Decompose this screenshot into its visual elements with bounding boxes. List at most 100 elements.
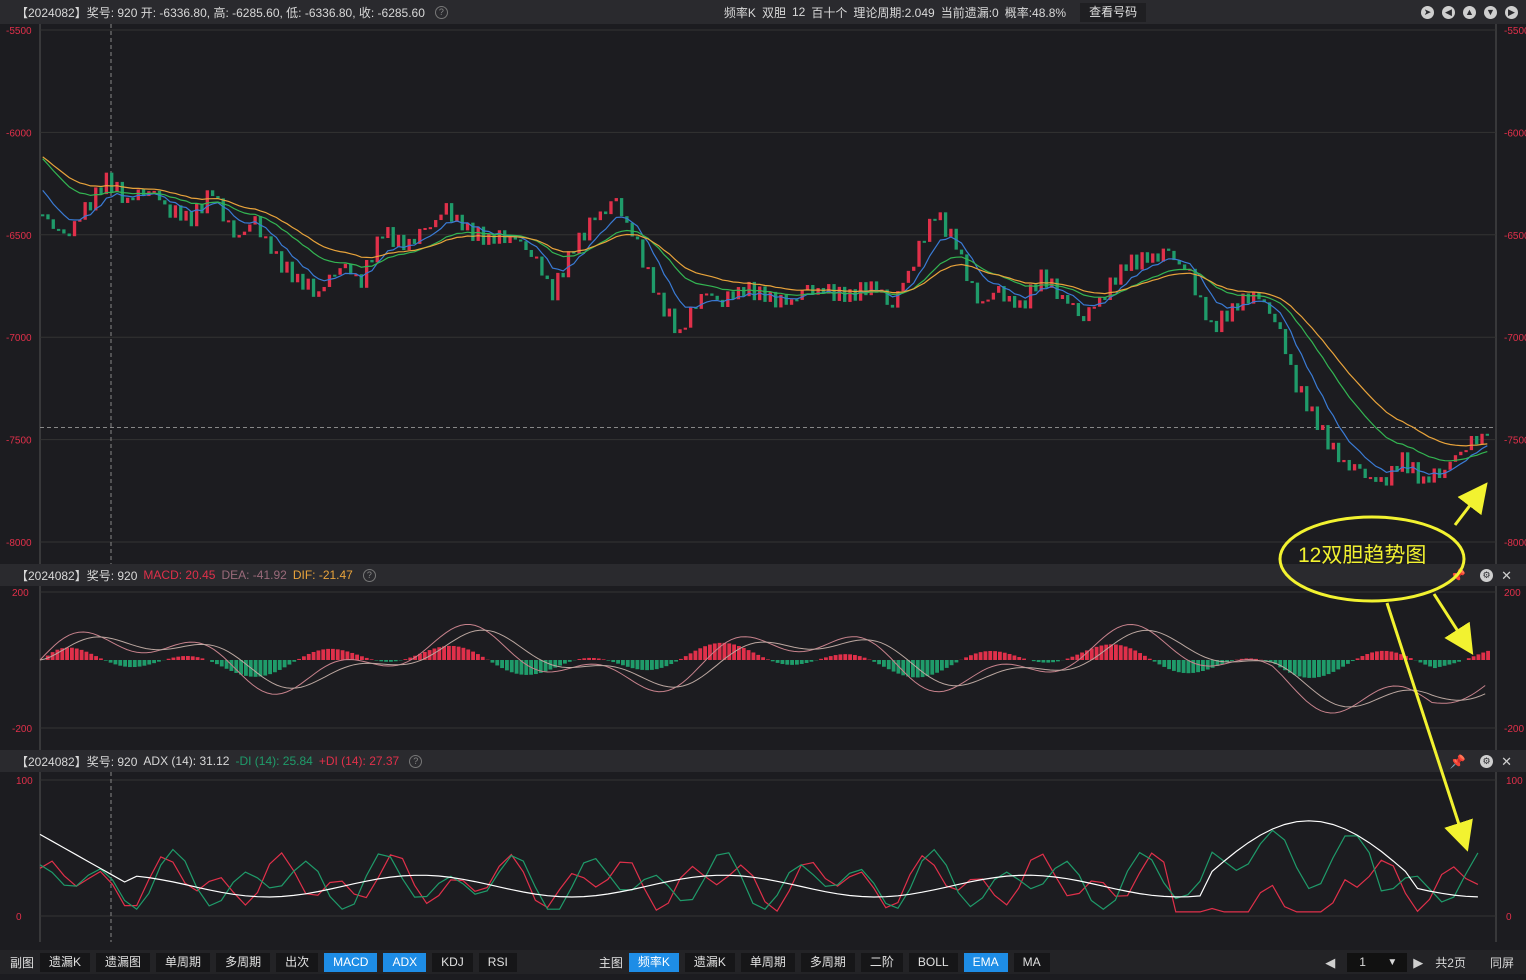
candle: [1283, 329, 1288, 355]
macd-bar: [1394, 652, 1399, 660]
main-tab-4[interactable]: 多周期: [800, 952, 855, 972]
sub-tab-8[interactable]: KDJ: [432, 952, 473, 972]
main-tab-7[interactable]: EMA: [963, 952, 1008, 972]
macd-bar: [983, 651, 988, 660]
main-tab-5[interactable]: 二阶: [860, 952, 903, 972]
macd-bar: [944, 660, 949, 668]
macd-bar: [118, 660, 123, 666]
y-tick-label: -8000: [1504, 538, 1526, 549]
macd-bar: [190, 656, 195, 660]
prev-page-icon[interactable]: ◀: [1325, 956, 1335, 969]
candle: [1352, 464, 1357, 471]
settings-icon[interactable]: ⚙: [1480, 754, 1494, 768]
main-tab-3[interactable]: 单周期: [740, 952, 795, 972]
macd-bar: [1036, 660, 1041, 663]
macd-bar: [1123, 646, 1128, 660]
up-icon[interactable]: ▲: [1463, 5, 1476, 19]
candle: [210, 190, 215, 197]
sub-tab-1[interactable]: 遗漏K: [40, 952, 91, 972]
candle: [710, 293, 714, 296]
view-numbers-button[interactable]: 查看号码: [1080, 2, 1147, 22]
adx-chart[interactable]: 100 100 0 0: [0, 772, 1526, 942]
candle: [1034, 284, 1038, 292]
settings-icon[interactable]: ⚙: [1480, 568, 1494, 582]
candle: [221, 198, 225, 222]
macd-bar: [828, 656, 833, 660]
candle: [94, 187, 98, 211]
fullscreen-button[interactable]: 同屏: [1490, 954, 1514, 971]
y-tick-label: 0: [16, 912, 22, 923]
main-candlestick-chart[interactable]: -5500 -5500 -6000 -6000 -6500 -6500 -7000 -7000…: [0, 24, 1526, 564]
help-icon[interactable]: ?: [362, 568, 376, 582]
macd-bar: [369, 659, 374, 660]
pin-icon[interactable]: 📌: [1450, 569, 1466, 582]
sub-tab-7[interactable]: ADX: [383, 952, 427, 972]
page-select[interactable]: 1 ▼: [1347, 952, 1408, 972]
cycle-label: 理论周期:2.049: [853, 5, 935, 20]
macd-bar: [1031, 660, 1036, 662]
macd-bar: [1355, 658, 1360, 660]
macd-bar: [1466, 658, 1471, 660]
main-tab-8[interactable]: MA: [1013, 952, 1050, 972]
close-icon[interactable]: ✕: [1501, 755, 1512, 768]
candle: [253, 216, 257, 225]
macd-bar: [756, 654, 761, 660]
main-tab-6[interactable]: BOLL: [908, 952, 958, 972]
macd-bar: [1128, 648, 1133, 660]
candle: [1289, 354, 1293, 365]
candle: [678, 329, 682, 334]
sub-tab-3[interactable]: 单周期: [156, 952, 211, 972]
close-icon[interactable]: ✕: [1501, 569, 1512, 582]
macd-bar: [1205, 660, 1210, 670]
macd-bar: [886, 660, 891, 670]
main-tab-1[interactable]: 频率K: [628, 952, 679, 972]
candle: [1230, 303, 1235, 322]
macd-chart[interactable]: 200 200 -200 -200: [0, 586, 1526, 750]
candle: [195, 203, 199, 227]
pdi-line: [39, 851, 1479, 913]
macd-bar: [693, 650, 698, 660]
candle: [72, 221, 77, 237]
macd-bar: [1138, 653, 1142, 660]
compass-icon[interactable]: ➤: [1421, 5, 1434, 19]
macd-bar: [215, 660, 219, 665]
macd-bar: [1423, 660, 1428, 665]
sub-tab-4[interactable]: 多周期: [216, 952, 271, 972]
candle: [428, 227, 433, 230]
macd-bar: [360, 656, 364, 660]
candle: [1321, 425, 1325, 430]
candle: [619, 198, 624, 217]
candle: [970, 281, 974, 284]
candle: [396, 234, 401, 247]
down-icon[interactable]: ▼: [1484, 5, 1497, 19]
sub-tab-2[interactable]: 遗漏图: [96, 952, 151, 972]
pin-icon[interactable]: 📌: [1450, 755, 1466, 768]
macd-bar: [669, 660, 674, 665]
candle: [545, 275, 549, 280]
y-tick-label: -200: [1504, 724, 1524, 735]
candle: [1448, 461, 1452, 470]
macd-bar: [1433, 660, 1437, 669]
macd-bar: [384, 660, 388, 662]
sub-tab-9[interactable]: RSI: [478, 952, 517, 972]
macd-bar: [1375, 651, 1379, 660]
macd-bar: [1196, 660, 1200, 673]
candle: [561, 272, 565, 278]
macd-bar: [640, 660, 645, 670]
help-icon[interactable]: ?: [409, 754, 423, 768]
candle: [1018, 300, 1022, 308]
candle: [1363, 468, 1367, 479]
sub-tab-6[interactable]: MACD: [324, 952, 378, 972]
next-page-icon[interactable]: ▶: [1413, 956, 1423, 969]
adx-prefix: 【2024082】奖号: 920: [16, 754, 138, 769]
forward-icon[interactable]: ▶: [1505, 5, 1518, 19]
macd-bar: [355, 654, 359, 660]
back-icon[interactable]: ◀: [1442, 5, 1455, 19]
macd-bar: [761, 657, 765, 660]
main-tab-2[interactable]: 遗漏K: [684, 952, 735, 972]
help-icon[interactable]: ?: [434, 5, 448, 19]
macd-bar: [645, 660, 649, 671]
macd-bar: [978, 652, 983, 660]
sub-tab-5[interactable]: 出次: [276, 952, 319, 972]
macd-header: 【2024082】奖号: 920 MACD: 20.45 DEA: -41.92…: [0, 564, 1526, 586]
